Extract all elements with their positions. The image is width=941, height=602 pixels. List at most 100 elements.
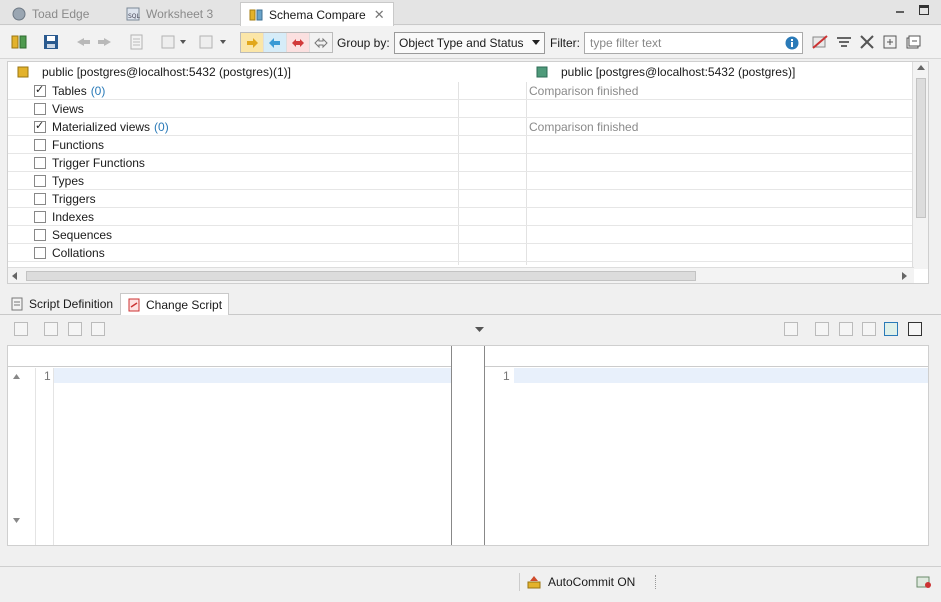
object-type-name: Indexes (52, 210, 95, 224)
row-label: Materialized views (0) (52, 120, 169, 134)
tab-label: Schema Compare (269, 7, 366, 22)
tab-label: Change Script (146, 297, 223, 312)
horizontal-layout-icon[interactable] (884, 322, 898, 336)
save-icon[interactable] (42, 33, 60, 51)
open-in-editor-icon[interactable] (815, 322, 829, 336)
tree-row[interactable]: Triggers (8, 190, 914, 208)
row-checkbox[interactable] (34, 175, 46, 187)
scroll-up-icon (13, 374, 20, 379)
horizontal-scrollbar[interactable] (8, 267, 914, 283)
arrows-both-icon (314, 37, 328, 48)
autocommit-icon (527, 576, 541, 589)
scroll-thumb[interactable] (916, 78, 926, 218)
generate-script-dropdown[interactable] (160, 33, 190, 51)
svg-text:SQL: SQL (128, 13, 140, 20)
tab-toad-edge[interactable]: Toad Edge (4, 2, 97, 25)
save-sql-icon[interactable] (91, 322, 105, 336)
schema-compare-icon (249, 8, 263, 22)
vertical-layout-icon[interactable] (908, 322, 922, 336)
tab-worksheet-3[interactable]: SQL Worksheet 3 (118, 2, 221, 25)
direction-toggle-group (240, 32, 333, 53)
autocommit-indicator[interactable]: AutoCommit ON (519, 573, 635, 591)
tree-row[interactable]: Materialized views(0) Comparison finished (8, 118, 914, 136)
current-line-highlight (53, 368, 451, 383)
row-checkbox[interactable] (34, 193, 46, 205)
line-number: 1 (44, 369, 51, 383)
diff-separator (451, 346, 485, 545)
tab-change-script[interactable]: Change Script (120, 293, 230, 315)
tree-row[interactable]: Views (8, 100, 914, 118)
row-checkbox[interactable] (34, 103, 46, 115)
hide-identical-icon[interactable] (811, 33, 829, 51)
maximize-icon[interactable] (918, 4, 930, 16)
tab-label: Toad Edge (32, 6, 90, 21)
row-label: Trigger Functions (52, 156, 145, 170)
row-checkbox[interactable] (34, 83, 46, 97)
object-type-name: Triggers (52, 192, 96, 206)
row-checkbox[interactable] (34, 119, 46, 133)
object-count: (0) (90, 84, 106, 98)
script-tab-bar: Script Definition Change Script (0, 291, 941, 315)
left-line-gutter: 1 (8, 368, 51, 545)
object-type-name: Functions (52, 138, 105, 152)
tree-row[interactable]: Sequences (8, 226, 914, 244)
tree-row[interactable]: Trigger Functions (8, 154, 914, 172)
script-toolbar (0, 316, 941, 344)
row-checkbox[interactable] (34, 247, 46, 259)
tree-row[interactable]: Collations (8, 244, 914, 262)
execute-script-icon[interactable] (784, 322, 798, 336)
database-icon (536, 66, 548, 78)
copy-script-icon[interactable] (68, 322, 82, 336)
comparison-status: Comparison finished (529, 84, 639, 98)
filter-label: Filter: (550, 36, 580, 50)
row-checkbox[interactable] (34, 229, 46, 241)
tab-script-definition[interactable]: Script Definition (4, 293, 119, 315)
object-type-name: Trigger Functions (52, 156, 145, 170)
close-icon[interactable]: ✕ (374, 7, 385, 23)
deploy-dropdown[interactable] (198, 33, 230, 51)
arrows-both-red-icon (292, 38, 304, 47)
script-icon[interactable] (128, 33, 146, 51)
copy-right-icon[interactable] (96, 33, 114, 51)
new-comparison-icon[interactable] (10, 33, 28, 51)
filter-lines-icon[interactable] (835, 33, 853, 51)
change-script-editor[interactable]: 1 1 (7, 345, 929, 546)
status-indicator-icon[interactable] (916, 575, 932, 592)
globe-icon (12, 7, 26, 21)
tree-row[interactable]: Types (8, 172, 914, 190)
both-directions-toggle[interactable] (287, 33, 310, 52)
equal-toggle[interactable] (310, 33, 332, 52)
scroll-up-icon (917, 65, 925, 70)
copy-left-icon[interactable] (74, 33, 92, 51)
minimize-icon[interactable] (894, 4, 906, 16)
copy-script-icon[interactable] (839, 322, 853, 336)
right-to-left-toggle[interactable] (264, 33, 287, 52)
object-type-name: Materialized views (52, 120, 151, 134)
expand-all-icon[interactable] (881, 33, 899, 51)
row-checkbox[interactable] (34, 211, 46, 223)
object-type-name: Sequences (52, 228, 113, 242)
row-checkbox[interactable] (34, 139, 46, 151)
tree-row[interactable]: Functions (8, 136, 914, 154)
sql-icon: SQL (126, 7, 141, 21)
group-by-select[interactable]: Object Type and Status (394, 32, 545, 54)
tree-row[interactable]: Tables(0) Comparison finished (8, 82, 914, 100)
tree-row[interactable]: Indexes (8, 208, 914, 226)
filter-input[interactable]: type filter text (584, 32, 803, 54)
chevron-down-icon[interactable] (475, 327, 484, 333)
status-bar: AutoCommit ON (0, 566, 941, 596)
save-sql-icon[interactable] (862, 322, 876, 336)
vertical-scrollbar[interactable] (912, 62, 928, 269)
tab-schema-compare[interactable]: Schema Compare ✕ (240, 2, 394, 26)
left-to-right-toggle[interactable] (241, 33, 264, 52)
chevron-down-icon (532, 40, 540, 45)
scroll-thumb[interactable] (26, 271, 696, 281)
execute-script-icon[interactable] (14, 322, 28, 336)
row-label: Views (52, 102, 84, 116)
comparison-status: Comparison finished (529, 120, 639, 134)
row-checkbox[interactable] (34, 157, 46, 169)
collapse-all-icon[interactable] (904, 33, 922, 51)
open-in-editor-icon[interactable] (44, 322, 58, 336)
comparison-tree[interactable]: public [postgres@localhost:5432 (postgre… (7, 61, 929, 284)
tools-icon[interactable] (858, 33, 876, 51)
